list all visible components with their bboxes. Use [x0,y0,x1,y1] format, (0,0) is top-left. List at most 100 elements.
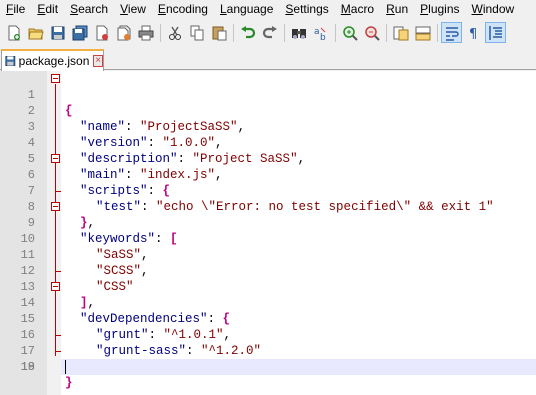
code-line[interactable]: 17 } [0,327,536,374]
close-all-button[interactable] [113,22,134,43]
menu-file-label: File [6,2,26,16]
toolbar: ab ¶ [0,19,536,46]
sync-horizontal-icon [415,26,430,40]
close-button[interactable] [91,22,112,43]
cut-button[interactable] [164,22,185,43]
save-button[interactable] [47,22,68,43]
zoom-out-button[interactable] [361,22,382,43]
cut-icon [168,26,181,40]
tab-package-json[interactable]: package.json × [1,49,104,71]
code-line[interactable]: 8 }, [0,183,536,230]
menu-search-label: Search [70,2,109,16]
code-line[interactable]: 10 "SaSS", [0,215,536,262]
copy-button[interactable] [186,22,207,43]
save-all-button[interactable] [69,22,90,43]
print-icon [138,25,153,40]
code-line[interactable]: 3 "version": "1.0.0", [0,103,536,150]
copy-icon [190,25,203,40]
code-line[interactable]: 18 } [0,343,536,390]
menu-file[interactable]: File [0,0,31,19]
menu-macro[interactable]: Macro [335,0,380,19]
paste-button[interactable] [208,22,229,43]
current-code-line[interactable] [61,359,536,375]
toolbar-separator [160,23,161,42]
menu-window[interactable]: Window [466,0,521,19]
code-line[interactable]: 12 "CSS" [0,247,536,294]
toolbar-separator [335,23,336,42]
menu-edit[interactable]: Edit [31,0,64,19]
code-line[interactable]: 13 ], [0,263,536,310]
code-line[interactable]: 9 "keywords": [ [0,199,536,246]
indent-guide-button[interactable] [485,22,506,43]
toolbar-separator [233,23,234,42]
redo-button[interactable] [259,22,280,43]
sync-vertical-button[interactable] [390,22,411,43]
code-line[interactable]: 1 { [0,71,536,118]
word-wrap-button[interactable] [441,22,462,43]
new-file-icon [8,25,20,40]
svg-text:a: a [314,27,320,37]
code-line[interactable]: 4 "description": "Project SaSS", [0,119,536,166]
save-all-icon [72,25,87,40]
code-line[interactable]: 16 "grunt-sass": "^1.2.0" [0,311,536,358]
line-number: 19 [20,360,35,374]
menu-view-label: View [120,2,146,16]
find-button[interactable] [288,22,309,43]
zoom-out-icon [364,25,380,41]
new-file-button[interactable] [3,22,24,43]
svg-text:¶: ¶ [469,27,477,41]
open-file-icon [27,28,44,39]
zoom-in-icon [342,25,358,41]
menu-run-label: Run [386,2,409,16]
menu-view[interactable]: View [114,0,152,19]
show-all-chars-icon: ¶ [469,27,477,41]
redo-icon [262,25,277,38]
menu-window-label: Window [471,2,515,16]
indent-guide-icon [488,25,502,40]
toolbar-separator [386,23,387,42]
menu-plugins[interactable]: Plugins [414,0,465,19]
menu-language-label: Language [219,2,274,16]
close-icon [96,25,108,40]
code-line[interactable]: 6 "scripts": { [0,151,536,198]
sync-horizontal-button[interactable] [412,22,433,43]
open-file-button[interactable] [25,22,46,43]
sync-vertical-icon [393,26,408,40]
toolbar-separator [284,23,285,42]
menu-search[interactable]: Search [64,0,114,19]
save-icon [51,26,64,39]
replace-icon: ab [314,27,326,41]
undo-button[interactable] [237,22,258,43]
code-line[interactable]: 14 "devDependencies": { [0,279,536,326]
replace-button[interactable]: ab [310,22,331,43]
code-line[interactable]: 11 "SCSS", [0,231,536,278]
paste-icon [212,26,226,40]
code-line[interactable]: 5 "main": "index.js", [0,135,536,182]
menu-settings-label: Settings [285,2,329,16]
tab-bar: package.json × [0,46,536,71]
find-icon [291,28,306,39]
menu-macro-label: Macro [340,2,375,16]
tab-label: package.json [18,54,90,68]
menu-plugins-label: Plugins [420,2,460,16]
code-line[interactable]: 2 "name": "ProjectSaSS", [0,87,536,134]
svg-text:b: b [320,33,326,41]
undo-icon [240,25,255,38]
print-button[interactable] [135,22,156,43]
tab-close-icon[interactable]: × [93,55,103,67]
editor[interactable]: 1 { 2 "name": "ProjectSaSS", 3 "version"… [0,71,536,395]
menu-settings[interactable]: Settings [279,0,334,19]
menu-edit-label: Edit [37,2,59,16]
word-wrap-icon [445,26,459,41]
zoom-in-button[interactable] [339,22,360,43]
close-all-icon [117,25,130,40]
code-line[interactable]: 7 "test": "echo \"Error: no test specifi… [0,167,536,214]
menu-encoding-label: Encoding [157,2,208,16]
menu-language[interactable]: Language [214,0,279,19]
saved-file-icon [5,56,16,66]
toolbar-separator [437,23,438,42]
menu-encoding[interactable]: Encoding [152,0,214,19]
menu-run[interactable]: Run [380,0,414,19]
show-all-chars-button[interactable]: ¶ [463,22,484,43]
code-line[interactable]: 15 "grunt": "^1.0.1", [0,295,536,342]
